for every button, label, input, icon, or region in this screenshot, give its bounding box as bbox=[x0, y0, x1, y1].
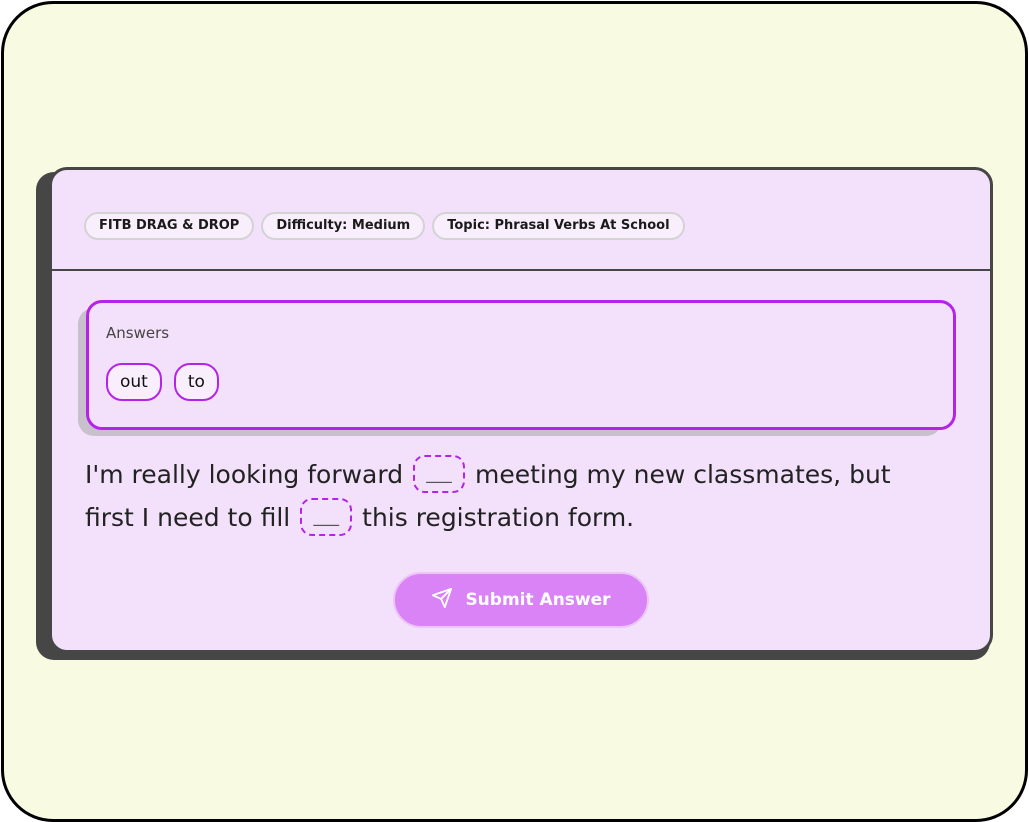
question-sentence: I'm really looking forward ___ meeting m… bbox=[85, 453, 945, 539]
send-icon bbox=[431, 587, 453, 614]
question-card: FITB DRAG & DROP Difficulty: Medium Topi… bbox=[49, 167, 993, 653]
answers-label: Answers bbox=[106, 324, 170, 342]
answer-chip-list: out to bbox=[106, 363, 219, 401]
tag-topic: Topic: Phrasal Verbs At School bbox=[432, 212, 685, 240]
submit-answer-label: Submit Answer bbox=[465, 590, 611, 610]
tag-question-type: FITB DRAG & DROP bbox=[84, 212, 255, 240]
sentence-part-3: this registration form. bbox=[362, 503, 635, 532]
blank-slot-1[interactable]: ___ bbox=[413, 455, 466, 493]
sentence-part-1: I'm really looking forward bbox=[85, 460, 404, 489]
answers-bank: Answers out to bbox=[86, 300, 956, 430]
tag-difficulty: Difficulty: Medium bbox=[261, 212, 426, 240]
tag-row: FITB DRAG & DROP Difficulty: Medium Topi… bbox=[84, 212, 685, 240]
blank-slot-2[interactable]: ___ bbox=[300, 498, 353, 536]
answer-chip-to[interactable]: to bbox=[173, 363, 219, 401]
header-divider bbox=[52, 269, 990, 271]
answer-chip-out[interactable]: out bbox=[106, 363, 162, 401]
submit-answer-button[interactable]: Submit Answer bbox=[393, 572, 649, 628]
